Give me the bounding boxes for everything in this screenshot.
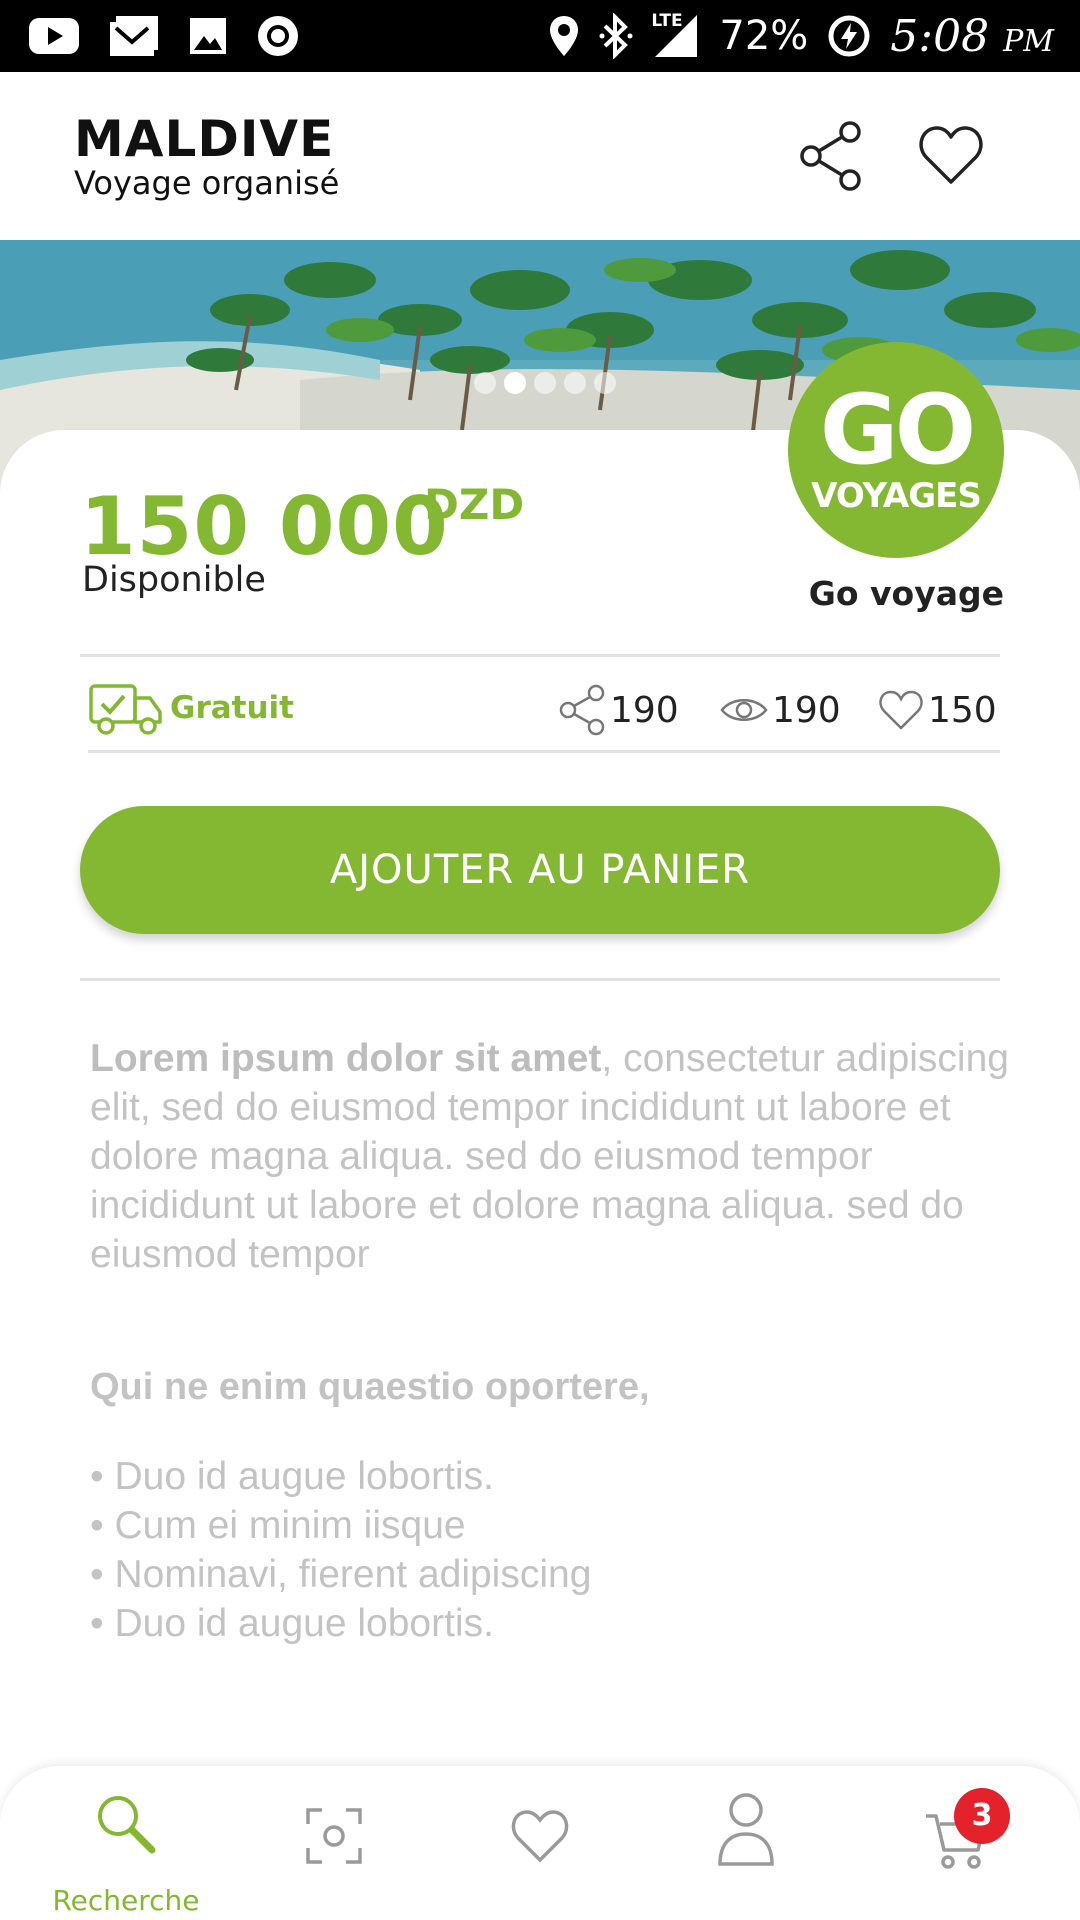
description-lead: Lorem ipsum dolor sit amet bbox=[90, 1037, 602, 1080]
bottom-navigation: Recherche bbox=[0, 1766, 1080, 1920]
search-icon bbox=[98, 1796, 156, 1854]
like-count-value: 150 bbox=[928, 689, 997, 731]
carousel-dot[interactable] bbox=[534, 372, 556, 394]
clock: 5:08 PM bbox=[890, 11, 1054, 62]
record-icon bbox=[258, 16, 298, 56]
cart-badge: 3 bbox=[954, 1788, 1010, 1844]
heart-icon bbox=[511, 1810, 569, 1863]
carousel-dot[interactable] bbox=[564, 372, 586, 394]
heart-icon bbox=[879, 690, 923, 730]
app-header: MALDIVE Voyage organisé bbox=[0, 72, 1080, 240]
share-icon bbox=[559, 684, 605, 736]
nav-item-scan[interactable] bbox=[264, 1792, 404, 1902]
divider bbox=[80, 654, 1000, 657]
vendor-logo[interactable]: GO VOYAGES bbox=[788, 342, 1004, 558]
delivery-truck-icon bbox=[89, 684, 162, 735]
stats-row: Gratuit 190 190 150 bbox=[80, 670, 1000, 756]
carousel-dot[interactable] bbox=[474, 372, 496, 394]
nav-label-search: Recherche bbox=[52, 1884, 200, 1917]
add-to-cart-button[interactable]: AJOUTER AU PANIER bbox=[80, 806, 1000, 934]
heart-icon[interactable] bbox=[918, 124, 984, 186]
location-icon bbox=[550, 16, 579, 56]
vendor-name[interactable]: Go voyage bbox=[809, 574, 1004, 613]
view-count-value: 190 bbox=[772, 689, 841, 731]
delivery-label: Gratuit bbox=[170, 690, 294, 726]
clock-suffix: PM bbox=[1003, 23, 1054, 59]
share-icon[interactable] bbox=[798, 120, 864, 192]
list-item: • Duo id augue lobortis. bbox=[90, 1455, 494, 1498]
like-count[interactable]: 150 bbox=[878, 680, 997, 740]
description-text: Lorem ipsum dolor sit amet, consectetur … bbox=[90, 1034, 1010, 1279]
divider bbox=[80, 978, 1000, 981]
currency: DZD bbox=[424, 480, 525, 529]
status-bar: LTE 72% 5:08 PM bbox=[0, 0, 1080, 72]
system-status: LTE 72% 5:08 PM bbox=[547, 10, 1054, 62]
page-subtitle: Voyage organisé bbox=[74, 164, 340, 202]
notification-icons bbox=[28, 14, 300, 58]
network-type: LTE bbox=[651, 11, 683, 31]
battery-percent: 72% bbox=[719, 13, 809, 59]
carousel-dot-active[interactable] bbox=[504, 372, 526, 394]
divider bbox=[88, 750, 1000, 753]
availability-status: Disponible bbox=[82, 560, 266, 600]
scan-icon bbox=[306, 1808, 362, 1864]
description-subheading: Qui ne enim quaestio oportere, bbox=[90, 1366, 650, 1408]
view-count: 190 bbox=[720, 680, 841, 740]
nav-item-profile[interactable] bbox=[676, 1792, 816, 1902]
nav-item-favorites[interactable] bbox=[470, 1792, 610, 1902]
battery-saver-icon bbox=[828, 15, 870, 57]
share-count-value: 190 bbox=[610, 689, 679, 731]
bluetooth-icon bbox=[599, 13, 633, 59]
nav-item-search[interactable]: Recherche bbox=[52, 1792, 200, 1917]
user-icon bbox=[718, 1793, 774, 1866]
youtube-icon bbox=[29, 18, 79, 54]
share-count[interactable]: 190 bbox=[558, 680, 679, 740]
carousel-indicator[interactable] bbox=[474, 372, 616, 394]
mail-icon bbox=[110, 16, 158, 56]
vendor-logo-bottom: VOYAGES bbox=[811, 476, 982, 516]
image-icon bbox=[190, 18, 226, 54]
vendor-logo-top: GO bbox=[819, 374, 976, 486]
page-title: MALDIVE bbox=[74, 110, 335, 168]
list-item: • Duo id augue lobortis. bbox=[90, 1602, 494, 1645]
feature-list: • Duo id augue lobortis. • Cum ei minim … bbox=[90, 1452, 591, 1648]
list-item: • Cum ei minim iisque bbox=[90, 1504, 466, 1547]
eye-icon bbox=[720, 699, 768, 721]
clock-time: 5:08 bbox=[890, 10, 990, 62]
signal-indicator: LTE bbox=[651, 11, 701, 59]
list-item: • Nominavi, fierent adipiscing bbox=[90, 1553, 592, 1596]
carousel-dot[interactable] bbox=[594, 372, 616, 394]
